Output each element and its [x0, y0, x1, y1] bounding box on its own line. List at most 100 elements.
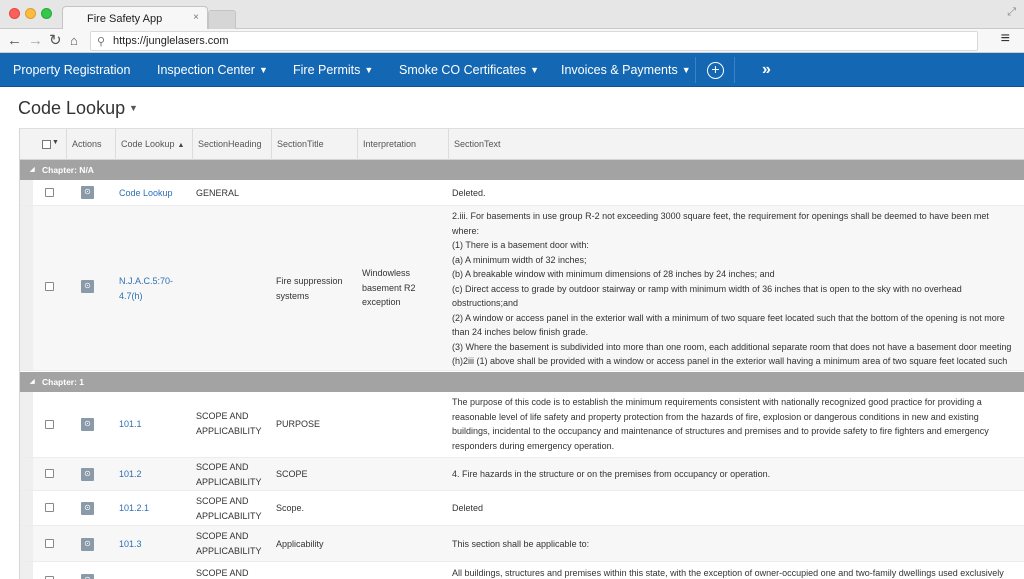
- code-link[interactable]: 101.2.1: [119, 501, 189, 516]
- collapse-triangle-icon[interactable]: ◢: [30, 160, 35, 180]
- section-title: Scope.: [276, 503, 305, 513]
- row-checkbox[interactable]: [45, 469, 54, 478]
- nav-divider: [695, 57, 696, 83]
- header-group-spacer: [20, 129, 33, 160]
- section-title: Applicability: [276, 539, 324, 549]
- reload-icon[interactable]: ↻: [49, 31, 62, 51]
- column-header-actions[interactable]: Actions: [66, 129, 115, 160]
- row-checkbox[interactable]: [45, 420, 54, 429]
- forward-arrow-icon[interactable]: →: [28, 31, 43, 51]
- column-header-code-lookup[interactable]: Code Lookup ▲: [115, 129, 192, 160]
- column-label: Code Lookup: [121, 139, 175, 149]
- nav-fire-permits[interactable]: Fire Permits ▼: [293, 53, 373, 87]
- collapse-triangle-icon[interactable]: ◢: [30, 372, 35, 392]
- browser-tab[interactable]: Fire Safety App ×: [62, 6, 208, 30]
- row-checkbox[interactable]: [45, 188, 54, 197]
- home-icon[interactable]: ⌂: [70, 31, 78, 51]
- maximize-window-icon[interactable]: [41, 8, 52, 19]
- nav-label: Smoke CO Certificates: [399, 63, 527, 77]
- select-options-caret-icon[interactable]: ▼: [52, 139, 59, 146]
- browser-menu-icon[interactable]: ≡: [1001, 30, 1010, 48]
- text-line: (a) A minimum width of 32 inches;: [452, 254, 587, 265]
- text-line: (c) Direct access to grade by outdoor st…: [452, 283, 962, 309]
- section-heading: SCOPE AND APPLICABILITY: [196, 411, 262, 436]
- row-action-icon[interactable]: ⊙: [81, 538, 94, 551]
- chevron-down-icon: ▼: [364, 65, 374, 75]
- nav-smoke-co-certificates[interactable]: Smoke CO Certificates ▼: [399, 53, 539, 87]
- text-line: (1) There is a basement door with:: [452, 240, 589, 250]
- row-spacer: [20, 180, 33, 205]
- table-row: ⊙ N.J.A.C.5:70-4.7(h) Fire suppression s…: [20, 206, 1024, 381]
- row-action-icon[interactable]: ⊙: [81, 468, 94, 481]
- select-all-checkbox[interactable]: [42, 140, 51, 149]
- group-header-chapter-na[interactable]: ◢ Chapter: N/A: [20, 160, 1024, 180]
- tab-close-icon[interactable]: ×: [193, 12, 199, 23]
- new-tab-button[interactable]: [208, 10, 236, 29]
- table-row: ⊙ 101.1 SCOPE AND APPLICABILITY PURPOSE …: [20, 392, 1024, 458]
- code-link[interactable]: 101.2: [119, 467, 189, 482]
- nav-inspection-center[interactable]: Inspection Center ▼: [157, 53, 268, 87]
- table-row: ⊙ 101.2 SCOPE AND APPLICABILITY SCOPE 4.…: [20, 458, 1024, 491]
- section-title: PURPOSE: [276, 419, 321, 429]
- column-header-section-text[interactable]: SectionText: [448, 129, 1024, 160]
- back-arrow-icon[interactable]: ←: [7, 31, 22, 51]
- double-chevron-right-icon[interactable]: »: [762, 53, 771, 86]
- group-label: Chapter: N/A: [42, 165, 94, 175]
- code-link[interactable]: N.J.A.C.5:70-4.7(h): [119, 274, 189, 303]
- row-checkbox[interactable]: [45, 503, 54, 512]
- nav-label: Property Registration: [13, 63, 131, 77]
- row-action-icon[interactable]: ⊙: [81, 280, 94, 293]
- section-title: Fire suppression systems: [276, 276, 343, 301]
- grid-header: ▼ Actions Code Lookup ▲ SectionHeading Se…: [20, 128, 1024, 160]
- section-text: 2.iii. For basements in use group R-2 no…: [452, 209, 1014, 383]
- section-heading: SCOPE AND APPLICABILITY: [196, 531, 262, 556]
- close-window-icon[interactable]: [9, 8, 20, 19]
- title-dropdown-icon[interactable]: ▼: [129, 103, 138, 113]
- minimize-window-icon[interactable]: [25, 8, 36, 19]
- row-spacer: [20, 491, 33, 525]
- nav-invoices-payments[interactable]: Invoices & Payments ▼: [561, 53, 691, 87]
- code-link[interactable]: Code Lookup: [119, 186, 189, 201]
- group-label: Chapter: 1: [42, 377, 85, 387]
- code-link[interactable]: 101.1: [119, 417, 189, 432]
- url-text: https://junglelasers.com: [113, 35, 229, 47]
- text-line: (b) A breakable window with minimum dime…: [452, 269, 775, 279]
- table-row: ⊙ 101.3 SCOPE AND APPLICABILITY Applicab…: [20, 526, 1024, 562]
- row-action-icon[interactable]: ⊙: [81, 418, 94, 431]
- column-header-section-title[interactable]: SectionTitle: [271, 129, 357, 160]
- section-text: All buildings, structures and premises w…: [452, 568, 1004, 578]
- row-spacer: [20, 458, 33, 490]
- row-checkbox[interactable]: [45, 539, 54, 548]
- section-text: This section shall be applicable to:: [452, 539, 590, 549]
- code-link[interactable]: 101.3: [119, 537, 189, 552]
- plus-circle-icon[interactable]: +: [707, 62, 724, 79]
- column-label: Interpretation: [363, 139, 417, 149]
- chevron-down-icon: ▼: [681, 65, 691, 75]
- section-heading: SCOPE AND: [196, 568, 249, 578]
- column-label: SectionText: [454, 139, 501, 149]
- row-spacer: [20, 392, 33, 457]
- row-action-icon[interactable]: ⊙: [81, 502, 94, 515]
- page-title: Code Lookup: [18, 98, 126, 118]
- column-header-interpretation[interactable]: Interpretation: [357, 129, 448, 160]
- row-action-icon[interactable]: ⊙: [81, 574, 94, 579]
- section-text: Deleted.: [452, 188, 486, 198]
- section-text: The purpose of this code is to establish…: [452, 397, 989, 451]
- group-header-chapter-1[interactable]: ◢ Chapter: 1: [20, 372, 1024, 392]
- browser-tab-bar: Fire Safety App × ⤢: [0, 0, 1024, 30]
- nav-label: Fire Permits: [293, 63, 361, 77]
- address-bar[interactable]: ⚲ https://junglelasers.com: [90, 31, 978, 51]
- row-action-icon[interactable]: ⊙: [81, 186, 94, 199]
- nav-label: Invoices & Payments: [561, 63, 678, 77]
- section-heading: SCOPE AND APPLICABILITY: [196, 462, 262, 487]
- row-checkbox[interactable]: [45, 282, 54, 291]
- chevron-down-icon: ▼: [530, 65, 540, 75]
- section-text: 4. Fire hazards in the structure or on t…: [452, 469, 771, 479]
- nav-label: Inspection Center: [157, 63, 255, 77]
- nav-divider: [734, 57, 735, 83]
- fullscreen-icon[interactable]: ⤢: [1007, 6, 1016, 19]
- nav-property-registration[interactable]: Property Registration: [13, 53, 130, 87]
- column-header-section-heading[interactable]: SectionHeading: [192, 129, 271, 160]
- row-spacer: [20, 562, 33, 579]
- code-lookup-grid: ▼ Actions Code Lookup ▲ SectionHeading Se…: [19, 128, 1024, 579]
